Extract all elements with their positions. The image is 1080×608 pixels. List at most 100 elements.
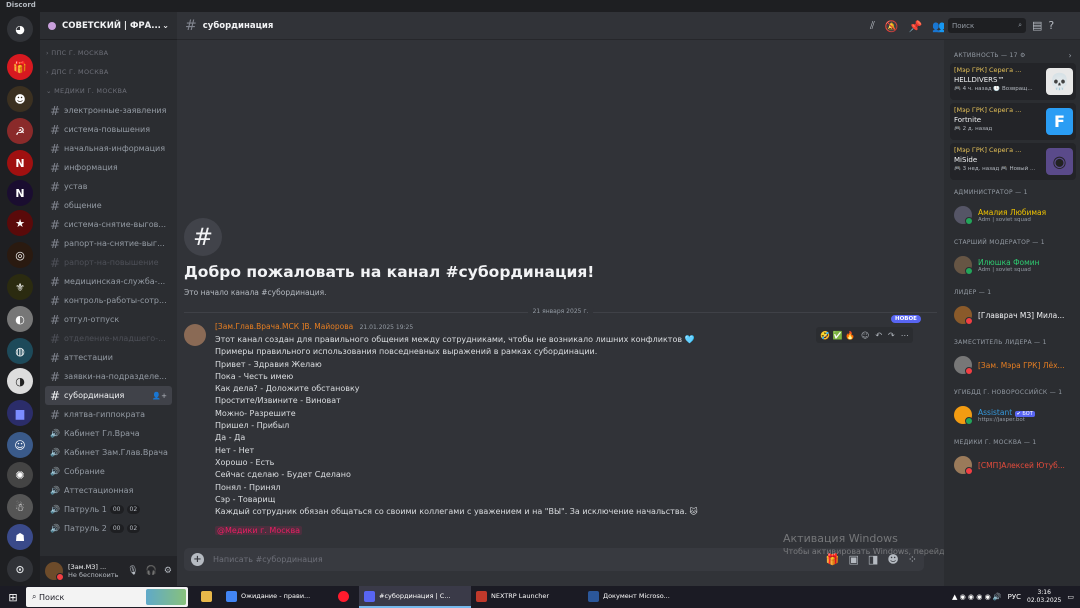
taskbar-app[interactable]: Документ Microso... [583, 586, 695, 608]
inbox-icon[interactable]: ▤ [1032, 19, 1042, 32]
channel-item[interactable]: # общение [45, 196, 172, 215]
language-indicator[interactable]: РУС [1008, 593, 1021, 601]
avatar [954, 406, 973, 425]
server-icon[interactable]: ☺ [7, 432, 33, 458]
header-toolbar: ⫽ 🔕 📌 👥 [870, 12, 946, 40]
home-button[interactable]: ◕ [7, 16, 33, 42]
message-author[interactable]: [Зам.Глав.Врача.МСК ]В. Майорова [215, 322, 353, 331]
notifications-icon[interactable]: ▭ [1067, 593, 1074, 601]
channel-item[interactable]: # клятва-гиппократа [45, 405, 172, 424]
avatar[interactable] [45, 562, 64, 581]
app-icon [338, 590, 349, 602]
server-icon[interactable]: ◍ [7, 338, 33, 364]
channel-item[interactable]: # заявки-на-подразделе... [45, 367, 172, 386]
file-explorer-icon[interactable] [196, 586, 221, 608]
threads-icon[interactable]: ⫽ [870, 19, 875, 33]
avatar[interactable] [184, 324, 206, 346]
channel-item[interactable]: # электронные-заявления [45, 101, 172, 120]
help-icon[interactable]: ? [1048, 19, 1054, 32]
channel-item[interactable]: 🔊 Кабинет Зам.Глав.Врача [45, 443, 172, 462]
member-item[interactable]: [Главврач МЗ] Мила... [944, 300, 1080, 330]
clock[interactable]: 3:16 02.03.2025 [1027, 589, 1061, 605]
chevron-right-icon[interactable]: › [1069, 48, 1073, 63]
channel-item[interactable]: # контроль-работы-сотр... [45, 291, 172, 310]
server-icon-active[interactable]: ☭ [7, 118, 33, 144]
discover-button[interactable]: ⊙ [7, 556, 33, 582]
speaker-icon: 🔊 [50, 505, 60, 514]
channel-item[interactable]: # система-снятие-выгов... [45, 215, 172, 234]
channel-item[interactable]: # медицинская-служба-... [45, 272, 172, 291]
folder-icon[interactable]: ▆ [7, 400, 33, 426]
server-icon[interactable]: ◐ [7, 306, 33, 332]
server-icon[interactable]: ✺ [7, 462, 33, 488]
headphones-icon[interactable]: 🎧 [146, 566, 157, 576]
member-item[interactable]: Assistant ✔ БОТ https://jasper.bot [944, 400, 1080, 430]
channel-item[interactable]: # рапорт-на-повышение [45, 253, 172, 272]
server-icon[interactable]: ☗ [7, 524, 33, 550]
category-pps[interactable]: › ППС Г. МОСКВА [40, 44, 177, 63]
discord-logo-icon: ◕ [15, 22, 25, 36]
channel-item[interactable]: # отгул-отпуск [45, 310, 172, 329]
gear-icon[interactable]: ⚙ [164, 566, 172, 576]
quick-reactions[interactable]: 🤣 ✅ 🔥 [820, 331, 855, 340]
notifications-muted-icon[interactable]: 🔕 [885, 20, 899, 33]
server-icon[interactable]: N [7, 150, 33, 176]
more-icon[interactable]: ⋯ [901, 331, 909, 340]
clock-date: 02.03.2025 [1027, 597, 1062, 604]
channel-item[interactable]: # информация [45, 158, 172, 177]
member-item[interactable]: Илюшка Фомин Adm | soviet squad [944, 250, 1080, 280]
channel-item[interactable]: 🔊 Патруль 2 00 02 [45, 519, 172, 538]
activity-card[interactable]: [Мэр ГРК] Серега ... Fortnite 🎮 2 д. назад… [950, 103, 1076, 140]
message-input[interactable]: Написать #субординация [213, 555, 323, 564]
channel-item[interactable]: # рапорт-на-снятие-выг... [45, 234, 172, 253]
server-icon[interactable]: ☻ [7, 86, 33, 112]
role-header: АДМИНИСТРАТОР — 1 [954, 189, 1028, 196]
server-icon[interactable]: ⚜ [7, 274, 33, 300]
category-dps[interactable]: › ДПС Г. МОСКВА [40, 63, 177, 82]
taskbar-search[interactable]: ⌕ Поиск [26, 587, 188, 607]
hashtag-icon: # [184, 218, 222, 256]
server-icon[interactable]: 🎁 [7, 54, 33, 80]
channel-item[interactable]: # система-повышения [45, 120, 172, 139]
add-reaction-icon[interactable]: ☺ [861, 331, 869, 340]
pin-icon[interactable]: 📌 [909, 20, 923, 33]
member-status: Adm | soviet squad [978, 216, 1031, 223]
taskbar-app[interactable] [333, 586, 359, 608]
search-input[interactable]: Поиск ⌕ [948, 18, 1026, 33]
server-icon[interactable]: N [7, 180, 33, 206]
channel-item[interactable]: # отделение-младшего-... [45, 329, 172, 348]
category-medics[interactable]: ⌄ МЕДИКИ Г. МОСКВА [40, 82, 177, 101]
channel-item[interactable]: # аттестации [45, 348, 172, 367]
reply-icon[interactable]: ↶ [875, 331, 882, 340]
channel-item[interactable]: # устав [45, 177, 172, 196]
tray-icons[interactable]: ▲ ◉ ◉ ◉ ◉ 🔊 [952, 593, 1002, 601]
activity-card[interactable]: [Мэр ГРК] Серега ... MiSide 🎮 3 нед. назад… [950, 143, 1076, 180]
channel-item[interactable]: # начальная-информация [45, 139, 172, 158]
windows-start-icon[interactable]: ⊞ [0, 591, 26, 604]
channel-item[interactable]: 🔊 Собрание [45, 462, 172, 481]
taskbar-app[interactable]: Ожидание - прави... [221, 586, 333, 608]
channel-item[interactable]: 🔊 Аттестационная [45, 481, 172, 500]
microphone-icon[interactable]: 🎙 [127, 566, 138, 576]
activity-card[interactable]: [Мэр ГРК] Серега ... HELLDIVERS™ 🎮 4 ч. на… [950, 63, 1076, 100]
chevron-down-icon[interactable]: ⌄ [162, 21, 169, 30]
member-item[interactable]: [Зам. Мэра ГРК] Лёх... [944, 350, 1080, 380]
server-icon[interactable]: ◎ [7, 242, 33, 268]
server-icon[interactable]: ☃ [7, 494, 33, 520]
forward-icon[interactable]: ↷ [888, 331, 895, 340]
taskbar-app[interactable]: #субординация | С... [359, 586, 471, 608]
add-attachment-button[interactable]: + [191, 553, 204, 566]
member-item[interactable]: [СМП]Алексей Ютуб... [944, 450, 1080, 480]
channel-item[interactable]: # субординация 👤+ [45, 386, 172, 405]
add-member-icon[interactable]: 👤+ [152, 392, 167, 400]
server-icon[interactable]: ★ [7, 210, 33, 236]
server-icon[interactable]: ◑ [7, 368, 33, 394]
channel-label: заявки-на-подразделе... [64, 372, 167, 381]
taskbar-app[interactable]: NEXTRP Launcher [471, 586, 583, 608]
channel-item[interactable]: 🔊 Кабинет Гл.Врача [45, 424, 172, 443]
guild-header[interactable]: СОВЕТСКИЙ | ФРА... ⌄ [40, 12, 177, 40]
activity-user: [Мэр ГРК] Серега ... [954, 106, 1022, 114]
channel-item[interactable]: 🔊 Патруль 1 00 02 [45, 500, 172, 519]
role-mention[interactable]: @Медики г. Москва [215, 526, 303, 536]
member-item[interactable]: Амалия Любимая Adm | soviet squad [944, 200, 1080, 230]
